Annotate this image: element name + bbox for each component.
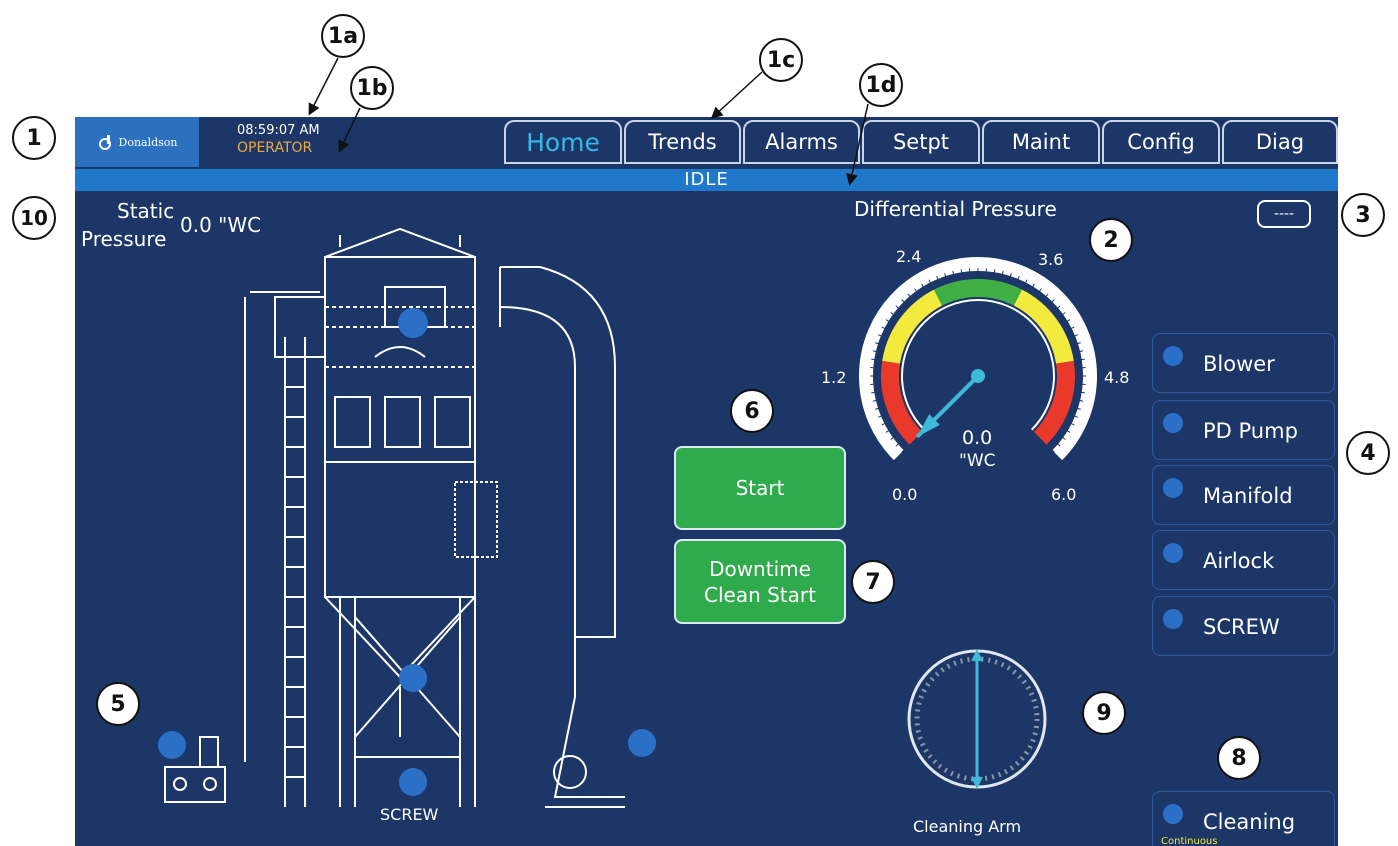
airlock-button[interactable]: Airlock — [1152, 530, 1335, 590]
status-bar: IDLE — [75, 169, 1338, 191]
tab-maint[interactable]: Maint — [982, 120, 1100, 164]
callout-1a: 1a — [321, 14, 365, 58]
cleaning-button[interactable]: Cleaning Continuous — [1152, 791, 1335, 846]
callout-10: 10 — [12, 196, 56, 240]
user-level[interactable]: OPERATOR — [237, 140, 312, 156]
airlock-label: Airlock — [1203, 549, 1275, 573]
dp-scale-1: 1.2 — [821, 368, 847, 387]
downtime-clean-start-button[interactable]: Downtime Clean Start — [674, 539, 846, 624]
logo-icon — [98, 135, 111, 150]
gauge-tick — [993, 269, 996, 274]
schematic-indicator-pump — [158, 731, 186, 759]
tab-setpt-label: Setpt — [892, 130, 950, 154]
cleaning-mode: Continuous — [1161, 836, 1218, 846]
tab-setpt[interactable]: Setpt — [862, 120, 980, 164]
manifold-button[interactable]: Manifold — [1152, 465, 1335, 525]
blower-label: Blower — [1203, 352, 1275, 376]
dp-scale-4: 4.8 — [1104, 368, 1130, 387]
tab-config-label: Config — [1127, 130, 1195, 154]
cleaning-indicator — [1163, 804, 1183, 824]
manifold-indicator — [1163, 478, 1183, 498]
gauge-zone-2 — [933, 279, 1023, 306]
cleaning-arm-label: Cleaning Arm — [913, 817, 1022, 836]
pd-pump-label: PD Pump — [1203, 419, 1298, 443]
dp-scale-3: 3.6 — [1038, 250, 1064, 269]
callout-3: 3 — [1341, 193, 1385, 237]
airlock-indicator — [1163, 543, 1183, 563]
tab-home-label: Home — [526, 127, 600, 157]
tab-alarms-label: Alarms — [765, 130, 838, 154]
gauge-tick — [871, 358, 876, 361]
callout-9: 9 — [1082, 691, 1126, 735]
tab-config[interactable]: Config — [1102, 120, 1220, 164]
tab-trends[interactable]: Trends — [624, 120, 741, 164]
tab-diag[interactable]: Diag — [1222, 120, 1338, 164]
start-button[interactable]: Start — [674, 446, 846, 530]
schematic-indicator-top — [398, 308, 428, 338]
callout-6: 6 — [730, 389, 774, 433]
tab-alarms[interactable]: Alarms — [743, 120, 860, 164]
hmi-screen: Donaldson 08:59:07 AM OPERATOR Home Tren… — [75, 117, 1338, 846]
pd-pump-button[interactable]: PD Pump — [1152, 400, 1335, 460]
static-pressure-label-2: Pressure — [81, 227, 167, 251]
downtime-label-2: Clean Start — [704, 582, 816, 607]
callout-2: 2 — [1089, 218, 1133, 262]
screw-label: SCREW — [1203, 615, 1280, 639]
tab-maint-label: Maint — [1011, 130, 1071, 154]
blower-button[interactable]: Blower — [1152, 333, 1335, 393]
donaldson-logo: Donaldson — [75, 117, 199, 167]
collector-schematic — [164, 227, 625, 808]
tab-home[interactable]: Home — [504, 120, 622, 164]
dp-value: 0.0 — [962, 427, 993, 449]
screw-indicator — [1163, 609, 1183, 629]
logo-text: Donaldson — [118, 135, 178, 149]
callout-8: 8 — [1217, 736, 1261, 780]
schematic-indicator-screw — [399, 768, 427, 796]
dp-unit: "WC — [959, 451, 996, 471]
pd-pump-indicator — [1163, 413, 1183, 433]
blower-indicator — [1163, 346, 1183, 366]
gauge-inner-ring — [901, 299, 1055, 431]
screw-schematic-label: SCREW — [380, 805, 439, 824]
cleaning-arm-dial — [907, 649, 1047, 789]
callout-1b: 1b — [350, 66, 394, 110]
callout-4: 4 — [1346, 431, 1390, 475]
downtime-label-1: Downtime — [709, 556, 811, 581]
top-bar: Donaldson 08:59:07 AM OPERATOR Home Tren… — [75, 117, 1338, 167]
gauge-tick — [1080, 391, 1085, 394]
callout-5: 5 — [96, 682, 140, 726]
gauge-hub — [971, 369, 985, 383]
callout-7: 7 — [851, 560, 895, 604]
dp-scale-5: 6.0 — [1051, 485, 1077, 504]
manifold-label: Manifold — [1203, 484, 1293, 508]
schematic-indicator-fan — [628, 729, 656, 757]
start-button-label: Start — [735, 476, 785, 500]
tab-trends-label: Trends — [648, 130, 717, 154]
gauge-tick — [871, 391, 876, 394]
cleaning-label: Cleaning — [1203, 810, 1296, 834]
callout-1d: 1d — [859, 63, 903, 107]
display-mode-button[interactable]: ---- — [1257, 200, 1311, 228]
schematic-indicator-hopper — [399, 664, 427, 692]
dp-scale-2: 2.4 — [896, 247, 922, 266]
tab-diag-label: Diag — [1255, 130, 1305, 154]
clock-time: 08:59:07 AM — [237, 123, 320, 138]
callout-1: 1 — [12, 116, 56, 160]
gauge-tick — [960, 269, 963, 274]
gauge-tick — [1080, 358, 1085, 361]
dp-scale-0: 0.0 — [892, 485, 918, 504]
screw-button[interactable]: SCREW — [1152, 596, 1335, 656]
callout-1c: 1c — [759, 38, 803, 82]
differential-pressure-title: Differential Pressure — [854, 197, 1057, 221]
